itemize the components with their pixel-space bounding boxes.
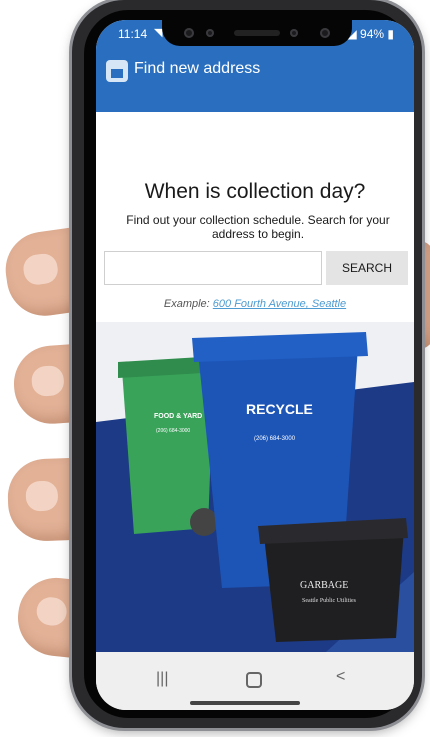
app-logo-icon (106, 60, 128, 82)
food-bin-label: FOOD & YARD (154, 413, 202, 420)
example-text: Example: 600 Fourth Avenue, Seattle (96, 298, 414, 310)
food-bin-phone: (206) 684-3000 (156, 428, 190, 434)
status-bar: 11:14 ◥ ◢ 94% ▮ (96, 20, 414, 50)
back-button[interactable]: < (336, 668, 345, 686)
page-heading: When is collection day? (144, 180, 366, 203)
status-time: 11:14 (118, 27, 148, 41)
recycle-label: RECYCLE (246, 401, 313, 417)
example-prefix: Example: (163, 298, 210, 310)
recent-apps-button[interactable]: ||| (156, 670, 168, 688)
battery-percent: 94% (360, 27, 385, 41)
sensor-icon (206, 29, 214, 37)
home-indicator (190, 701, 300, 705)
bins-hero-image: FOOD & YARD (206) 684-3000 RECYCLE (206)… (96, 322, 414, 652)
front-camera-icon (184, 28, 194, 38)
search-button[interactable]: SEARCH (326, 251, 408, 285)
page-subtext: Find out your collection schedule. Searc… (126, 213, 390, 241)
garbage-label: GARBAGE (300, 580, 348, 591)
battery-icon: ▮ (387, 27, 394, 41)
address-search-input[interactable] (104, 251, 322, 285)
garbage-bin: GARBAGE Seattle Public Utilities (258, 518, 408, 642)
app-bar-title: Find new address (134, 60, 261, 77)
phone-screen: 11:14 ◥ ◢ 94% ▮ Find new address When is… (96, 20, 414, 710)
app-bar: Find new address (96, 50, 414, 112)
sensor-icon (290, 29, 298, 37)
status-battery: ◢ 94% ▮ (347, 27, 394, 41)
front-camera-icon (320, 28, 330, 38)
recycle-phone: (206) 684-3000 (254, 436, 296, 442)
bins-illustration: FOOD & YARD (206) 684-3000 RECYCLE (206)… (96, 332, 414, 652)
camera-notch (162, 20, 352, 46)
home-button[interactable] (246, 672, 262, 688)
example-address-link[interactable]: 600 Fourth Avenue, Seattle (213, 298, 346, 310)
garbage-brand: Seattle Public Utilities (302, 598, 357, 604)
earpiece-speaker (234, 30, 280, 36)
